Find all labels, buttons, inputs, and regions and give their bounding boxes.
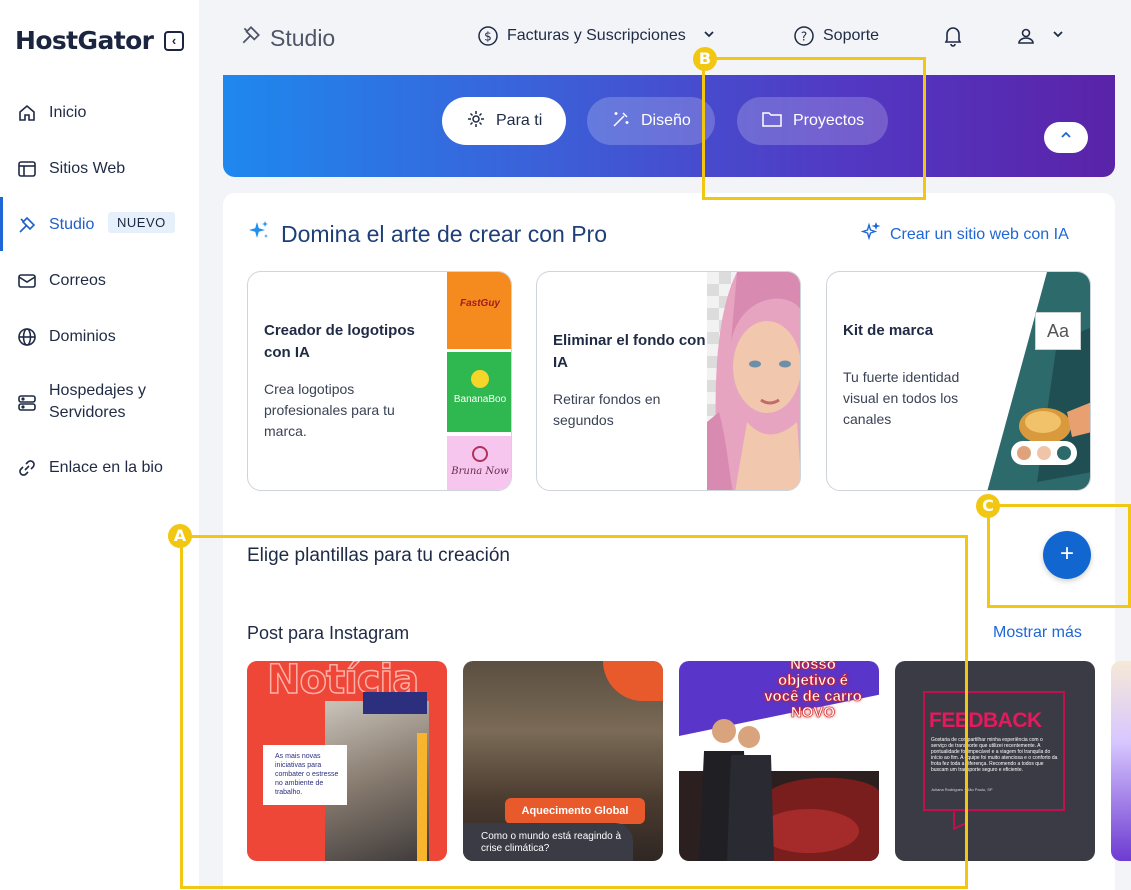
annotation-marker-b: B (693, 47, 717, 71)
sidebar-item-label: Studio (49, 216, 95, 233)
template-tag: Aquecimento Global (505, 798, 645, 824)
card-description: Crea logotipos profesionales para tu mar… (264, 381, 395, 439)
sidebar-item-label: Sitios Web (49, 160, 126, 177)
card-description: Retirar fondos en segundos (553, 391, 661, 428)
page-title: Studio (240, 24, 335, 52)
sparkles-icon (247, 219, 271, 249)
sidebar-item-label: Inicio (49, 104, 87, 121)
logo-sample-bruna: Bruna Now (447, 436, 511, 490)
show-more-link[interactable]: Mostrar más (993, 624, 1082, 642)
link-icon (16, 457, 38, 479)
chevron-down-icon (1051, 27, 1065, 46)
card-title: Kit de marca (843, 322, 934, 339)
template-body: Como o mundo está reagindo à crise climá… (463, 823, 633, 861)
tab-diseno[interactable]: Diseño (587, 97, 715, 145)
template-body: Gostaria de compartilhar minha experiênc… (931, 737, 1058, 773)
template-aquecimento[interactable]: Aquecimento Global Como o mundo está rea… (463, 661, 663, 861)
card-description: Tu fuerte identidad visual en todos los … (843, 369, 960, 427)
page-title-text: Studio (270, 24, 336, 51)
font-sample: Aa (1035, 312, 1081, 350)
add-button[interactable]: + (1043, 531, 1091, 579)
new-badge: NUEVO (108, 212, 175, 233)
template-partial[interactable] (1111, 661, 1131, 861)
feature-card-bg-remover[interactable]: Eliminar el fondo con IA Retirar fondos … (536, 271, 801, 491)
sidebar-item-label: Enlace en la bio (49, 459, 163, 476)
sidebar-item-label: Dominios (49, 328, 116, 345)
tab-proyectos[interactable]: Proyectos (737, 97, 889, 145)
template-photo (679, 719, 879, 861)
annotation-marker-c: C (976, 494, 1000, 518)
create-ai-site-link[interactable]: Crear un sitio web con IA (860, 222, 1069, 247)
sidebar-item-sitios-web[interactable]: Sitios Web (0, 157, 199, 181)
notifications-button[interactable] (942, 25, 964, 47)
svg-text:$: $ (484, 30, 492, 44)
template-feedback[interactable]: FEEDBACK Gostaria de compartilhar minha … (895, 661, 1095, 861)
support-label: Soporte (823, 27, 880, 44)
support-link[interactable]: ? Soporte (793, 25, 879, 47)
template-accent (417, 733, 427, 861)
sidebar-item-label: Hospedajes y Servidores (49, 382, 146, 421)
brand-logo[interactable]: HostGator (15, 26, 154, 55)
card-title: Eliminar el fondo con IA (553, 332, 706, 371)
magic-wand-icon (611, 109, 631, 134)
chevron-down-icon (702, 27, 716, 46)
chevron-up-icon (1059, 128, 1073, 147)
logo-sample-fastguy: FastGuy (447, 272, 511, 349)
tab-para-ti[interactable]: Para ti (442, 97, 567, 145)
featured-heading: Domina el arte de crear con Pro (247, 219, 607, 249)
template-headline: FEEDBACK (929, 709, 1042, 732)
ai-link-label: Crear un sitio web con IA (890, 225, 1069, 243)
logo-sample-bananaboo: BananaBoo (447, 352, 511, 432)
template-body: As mais novas iniciativas para combater … (263, 745, 347, 805)
account-menu[interactable] (1015, 25, 1065, 47)
svg-text:?: ? (801, 30, 807, 44)
user-icon (1015, 25, 1037, 47)
featured-title: Domina el arte de crear con Pro (281, 220, 607, 247)
portrait-image (707, 272, 800, 490)
sparkle-icon (466, 109, 486, 134)
card-title: Creador de logotipos con IA (264, 322, 415, 361)
annotation-marker-a: A (168, 524, 192, 548)
collapse-hero-button[interactable] (1044, 122, 1088, 153)
layout-icon (16, 158, 38, 180)
tab-label: Para ti (496, 112, 543, 129)
collapse-sidebar-button[interactable]: ‹ (164, 31, 184, 51)
mail-icon (16, 270, 38, 292)
template-bar (363, 692, 427, 714)
sidebar: HostGator ‹ Inicio Sitios Web Studio NUE… (0, 0, 199, 890)
help-icon: ? (793, 25, 815, 47)
template-corner (603, 661, 663, 701)
sidebar-item-hospedajes[interactable]: Hospedajes y Servidores (0, 380, 199, 426)
studio-icon (240, 24, 262, 52)
billing-menu[interactable]: $ Facturas y Suscripciones (477, 25, 716, 47)
tab-label: Proyectos (793, 112, 865, 129)
bell-icon (942, 25, 964, 47)
sidebar-item-inicio[interactable]: Inicio (0, 101, 199, 125)
feature-card-brand-kit[interactable]: Kit de marca Tu fuerte identidad visual … (826, 271, 1091, 491)
template-carro[interactable]: Nosso objetivo é você de carro NOVO (679, 661, 879, 861)
templates-heading: Elige plantillas para tu creación (247, 545, 510, 566)
sparkles-icon (860, 222, 881, 247)
color-palette (1011, 441, 1077, 465)
studio-icon (16, 214, 38, 236)
dollar-icon: $ (477, 25, 499, 47)
home-icon (16, 102, 38, 124)
folder-icon (761, 109, 783, 134)
globe-icon (16, 326, 38, 348)
sidebar-item-enlace-bio[interactable]: Enlace en la bio (0, 456, 199, 480)
feature-card-logo-maker[interactable]: Creador de logotipos con IA Crea logotip… (247, 271, 512, 491)
sidebar-item-dominios[interactable]: Dominios (0, 325, 199, 349)
tab-label: Diseño (641, 112, 691, 129)
category-heading: Post para Instagram (247, 623, 410, 643)
template-author: Juliana Rodrigues · São Paulo, SP (931, 787, 993, 792)
sidebar-item-label: Correos (49, 272, 106, 289)
sidebar-item-correos[interactable]: Correos (0, 269, 199, 293)
template-noticia[interactable]: Notícia As mais novas iniciativas para c… (247, 661, 447, 861)
billing-label: Facturas y Suscripciones (507, 27, 686, 44)
server-icon (16, 392, 38, 414)
